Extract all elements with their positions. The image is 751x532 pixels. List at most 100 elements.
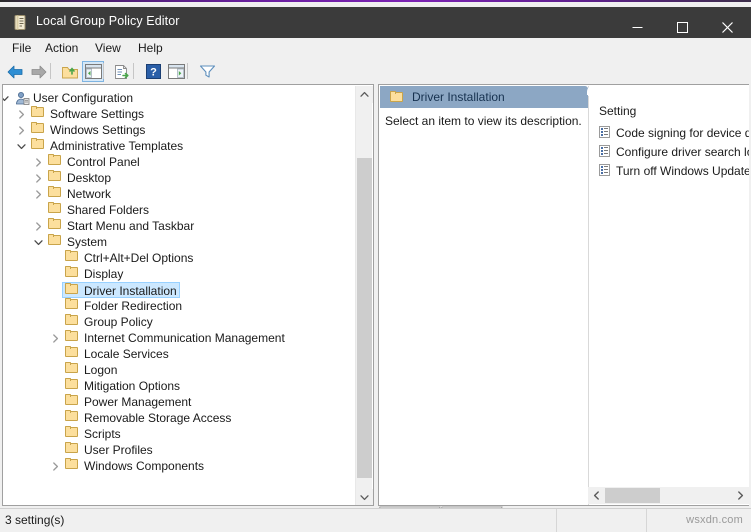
tree-item-windows-components[interactable]: Windows Components [3, 458, 207, 474]
tree-item-shared-folders[interactable]: Shared Folders [3, 202, 152, 218]
chevron-down-icon[interactable] [32, 234, 44, 250]
content-area: User Configuration Software Settings Windo… [0, 84, 751, 526]
tree-item-content: Start Menu and Taskbar [45, 218, 197, 234]
show-hide-console-tree-button[interactable] [82, 61, 104, 82]
tree-item-logon[interactable]: Logon [3, 362, 120, 378]
folder-icon [48, 234, 64, 250]
tree-item-label: Internet Communication Management [84, 331, 285, 345]
policy-setting-icon [599, 145, 611, 158]
chevron-right-icon[interactable] [15, 122, 27, 138]
tree-item-start-menu-and-taskbar[interactable]: Start Menu and Taskbar [3, 218, 197, 234]
toolbar-separator [50, 63, 51, 79]
chevron-right-icon[interactable] [32, 154, 44, 170]
tree-vertical-scrollbar[interactable] [355, 86, 373, 505]
list-item[interactable]: Code signing for device dr [589, 124, 749, 143]
tree-item-windows-settings[interactable]: Windows Settings [3, 122, 148, 138]
forward-button[interactable] [28, 61, 50, 82]
scroll-left-button[interactable] [588, 487, 605, 504]
folder-icon [65, 298, 81, 314]
menu-file[interactable]: File [5, 40, 38, 57]
tree-item-content: Shared Folders [45, 202, 152, 218]
tree-item-content: Ctrl+Alt+Del Options [62, 250, 196, 266]
tree-item-driver-installation[interactable]: Driver Installation [3, 282, 180, 298]
console-tree[interactable]: User Configuration Software Settings Windo… [3, 85, 356, 505]
properties-button[interactable] [165, 61, 187, 82]
gpedit-window: Local Group Policy Editor File Action Vi… [0, 2, 751, 532]
tree-item-label: Network [67, 187, 112, 201]
tree-item-content: Driver Installation [62, 282, 180, 298]
settings-list-pane: Setting Code signing for device dr Confi… [588, 86, 749, 505]
back-button[interactable] [4, 61, 26, 82]
tree-item-label: Administrative Templates [50, 139, 184, 153]
tree-item-control-panel[interactable]: Control Panel [3, 154, 143, 170]
export-list-button[interactable] [111, 61, 133, 82]
help-button[interactable]: ? [142, 61, 164, 82]
toolbar-separator [103, 63, 104, 79]
tree-item-label: Shared Folders [67, 203, 150, 217]
minimize-icon [632, 27, 643, 28]
tree-item-network[interactable]: Network [3, 186, 114, 202]
toolbar: ? [0, 58, 751, 85]
user-config-icon [14, 90, 30, 106]
tree-item-administrative-templates[interactable]: Administrative Templates [3, 138, 186, 154]
tree-item-content: Administrative Templates [28, 138, 186, 154]
up-one-level-button[interactable] [59, 61, 81, 82]
chevron-right-icon[interactable] [49, 330, 61, 346]
chevron-down-icon[interactable] [15, 138, 27, 154]
scroll-down-button[interactable] [356, 489, 373, 505]
tree-item-ctrl-alt-del-options[interactable]: Ctrl+Alt+Del Options [3, 250, 196, 266]
tree-item-removable-storage-access[interactable]: Removable Storage Access [3, 410, 234, 426]
menu-view[interactable]: View [88, 40, 128, 57]
tree-item-desktop[interactable]: Desktop [3, 170, 114, 186]
tree-item-label: Locale Services [84, 347, 169, 361]
chevron-up-icon [360, 91, 369, 97]
chevron-right-icon[interactable] [32, 186, 44, 202]
tree-item-display[interactable]: Display [3, 266, 126, 282]
menu-help[interactable]: Help [131, 40, 170, 57]
scroll-right-button[interactable] [732, 487, 749, 504]
filter-button[interactable] [196, 61, 218, 82]
tree-item-user-profiles[interactable]: User Profiles [3, 442, 156, 458]
tree-item-label: Driver Installation [84, 284, 177, 298]
list-item[interactable]: Turn off Windows Update [589, 162, 749, 181]
chevron-down-icon[interactable] [3, 90, 10, 106]
tree-item-label: System [67, 235, 108, 249]
chevron-right-icon[interactable] [49, 458, 61, 474]
folder-icon [65, 362, 81, 378]
tree-item-internet-communication-management[interactable]: Internet Communication Management [3, 330, 288, 346]
settings-column-header[interactable]: Setting [589, 102, 636, 120]
folder-icon [48, 170, 64, 186]
chevron-right-icon[interactable] [15, 106, 27, 122]
toolbar-separator [187, 63, 188, 79]
folder-icon [65, 378, 81, 394]
tree-item-user-configuration[interactable]: User Configuration [3, 90, 136, 106]
settings-horizontal-scrollbar[interactable] [588, 487, 749, 504]
description-pane: Select an item to view its description. [380, 108, 588, 505]
folder-icon [65, 426, 81, 442]
tree-item-content: Mitigation Options [62, 378, 183, 394]
scroll-up-button[interactable] [356, 86, 373, 103]
folder-icon [65, 346, 81, 362]
folder-icon [31, 122, 47, 138]
menu-action[interactable]: Action [38, 40, 85, 57]
tree-item-system[interactable]: System [3, 234, 110, 250]
list-item-label: Code signing for device dr [616, 126, 749, 140]
tree-item-group-policy[interactable]: Group Policy [3, 314, 156, 330]
arrow-left-icon [7, 65, 23, 78]
hscroll-thumb[interactable] [605, 488, 660, 503]
tree-item-scripts[interactable]: Scripts [3, 426, 124, 442]
scroll-thumb[interactable] [357, 158, 372, 478]
tree-item-mitigation-options[interactable]: Mitigation Options [3, 378, 183, 394]
folder-icon [65, 394, 81, 410]
list-item[interactable]: Configure driver search lo [589, 143, 749, 162]
tree-item-folder-redirection[interactable]: Folder Redirection [3, 298, 185, 314]
tree-item-power-management[interactable]: Power Management [3, 394, 194, 410]
tree-item-content: Scripts [62, 426, 124, 442]
chevron-right-icon[interactable] [32, 218, 44, 234]
tree-item-locale-services[interactable]: Locale Services [3, 346, 172, 362]
export-list-icon [115, 64, 129, 79]
tree-item-software-settings[interactable]: Software Settings [3, 106, 147, 122]
status-text: 3 setting(s) [5, 513, 65, 527]
status-divider [646, 509, 647, 532]
chevron-right-icon[interactable] [32, 170, 44, 186]
